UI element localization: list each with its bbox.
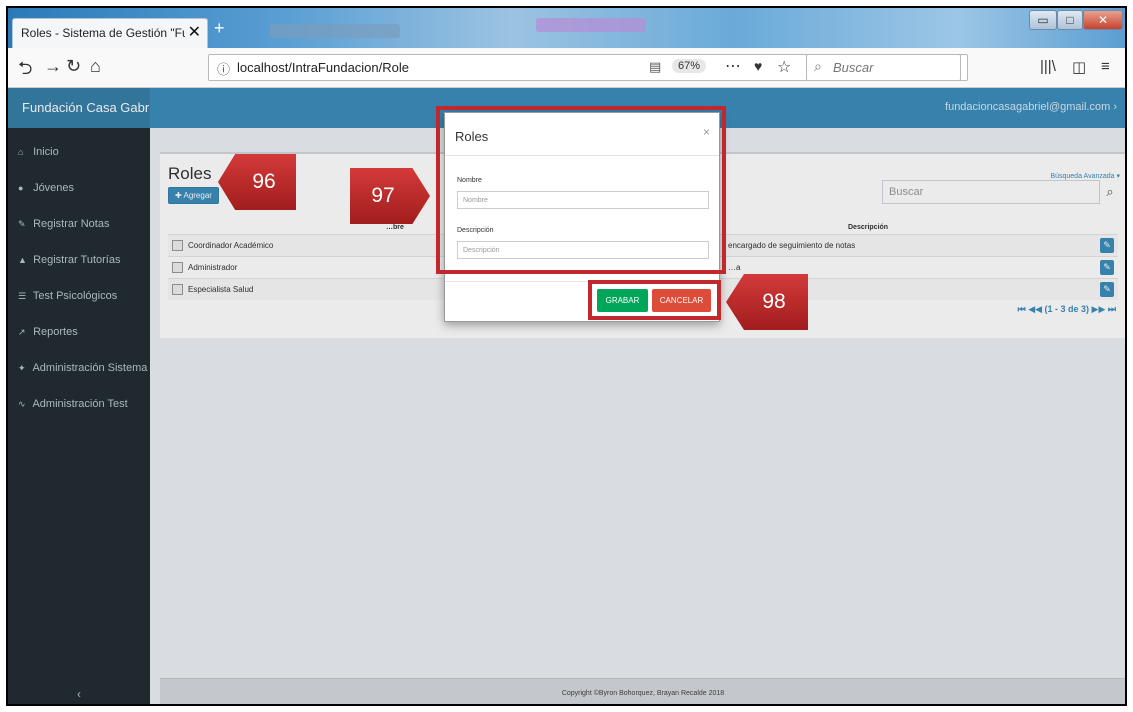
active-tab[interactable]: Roles - Sistema de Gestión "Fundac ✕ [12, 18, 208, 48]
navigation-bar: ⮌ → ↻ ⌂ ⓘ localhost/IntraFundacion/Role … [8, 48, 1125, 88]
pocket-icon[interactable]: ♥ [754, 58, 762, 74]
browser-search-placeholder: Buscar [833, 60, 874, 75]
library-icon[interactable]: |||\ [1040, 58, 1056, 75]
tab-title: Roles - Sistema de Gestión "Fundac [21, 26, 185, 40]
minimize-button[interactable]: ▭ [1029, 10, 1057, 30]
url-text[interactable]: localhost/IntraFundacion/Role [237, 60, 409, 75]
search-icon: ⌕ [814, 58, 822, 74]
highlight-box [588, 280, 721, 320]
more-icon[interactable]: ⋯ [725, 56, 741, 76]
sidebar-icon[interactable]: ◫ [1072, 58, 1086, 76]
menu-icon[interactable]: ≡ [1101, 58, 1110, 75]
maximize-button[interactable]: □ [1057, 10, 1083, 30]
blurred-tab [536, 18, 646, 32]
new-tab-button[interactable]: + [214, 18, 225, 39]
browser-window: Roles - Sistema de Gestión "Fundac ✕ + ▭… [6, 6, 1127, 706]
tab-bar: Roles - Sistema de Gestión "Fundac ✕ + ▭… [8, 8, 1125, 48]
home-icon[interactable]: ⌂ [90, 56, 101, 77]
reload-icon[interactable]: ↻ [66, 56, 81, 77]
tab-close-icon[interactable]: ✕ [188, 22, 201, 42]
bookmark-star-icon[interactable]: ☆ [777, 57, 791, 77]
forward-icon[interactable]: → [44, 56, 62, 77]
reader-icon[interactable]: ▤ [649, 59, 661, 75]
close-window-button[interactable]: ✕ [1083, 10, 1123, 30]
zoom-level[interactable]: 67% [672, 59, 707, 73]
back-icon[interactable]: ⮌ [18, 56, 32, 86]
blurred-tab [270, 24, 400, 38]
highlight-box [436, 106, 726, 274]
site-info-icon[interactable]: ⓘ [217, 59, 230, 78]
browser-search-input[interactable]: ⌕ Buscar [806, 54, 961, 81]
